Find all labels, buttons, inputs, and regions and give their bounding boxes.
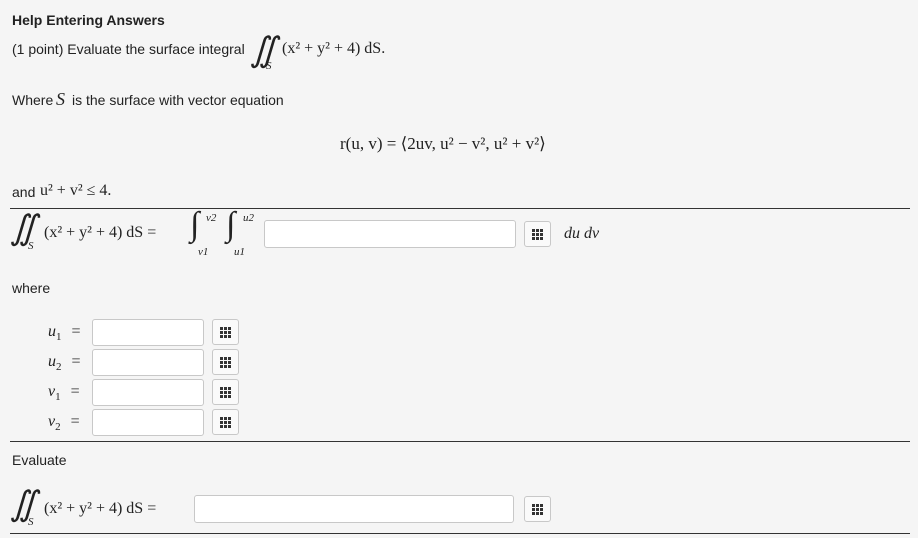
limit-label: v2 = xyxy=(48,413,80,434)
lower-limit-v: v1 xyxy=(198,246,209,258)
help-entering-answers-link[interactable]: Help Entering Answers xyxy=(12,12,165,28)
limit-input-v1[interactable] xyxy=(92,379,204,406)
differential: du dv xyxy=(564,225,600,242)
equation-editor-button[interactable] xyxy=(212,379,239,405)
integral-subscript: S xyxy=(28,240,34,252)
grid-icon xyxy=(532,503,543,515)
limit-label: v1 = xyxy=(48,383,80,404)
surface-description: is the surface with vector equation xyxy=(72,92,284,108)
limit-label: u1 = xyxy=(48,323,81,344)
integral-symbol-u: ∫ xyxy=(226,206,236,243)
grid-icon xyxy=(220,416,231,428)
equation-editor-button[interactable] xyxy=(212,409,239,435)
final-answer-input[interactable] xyxy=(194,495,514,523)
limit-input-u2[interactable] xyxy=(92,349,204,376)
divider xyxy=(10,441,910,442)
where-label: Where xyxy=(12,92,54,108)
grid-icon xyxy=(532,228,543,240)
grid-icon xyxy=(220,386,231,398)
problem-integrand: (x² + y² + 4) dS. xyxy=(282,40,386,57)
divider xyxy=(10,533,910,534)
grid-icon xyxy=(220,356,231,368)
double-integral-symbol: ∬ xyxy=(250,32,277,69)
constraint: u² + v² ≤ 4. xyxy=(40,182,112,199)
limit-input-v2[interactable] xyxy=(92,409,204,436)
upper-limit-v: v2 xyxy=(206,212,217,224)
constraint-prefix: and xyxy=(12,184,36,200)
integrand-input[interactable] xyxy=(264,220,516,248)
vector-equation: r(u, v) = ⟨2uv, u² − v², u² + v²⟩ xyxy=(340,134,546,153)
rewrite-lhs: (x² + y² + 4) dS = xyxy=(44,224,157,241)
upper-limit-u: u2 xyxy=(243,212,254,224)
lower-limit-u: u1 xyxy=(234,246,245,258)
equation-editor-button[interactable] xyxy=(524,496,551,522)
integral-subscript: S xyxy=(266,60,272,72)
integral-subscript: S xyxy=(28,516,34,528)
limit-label: u2 = xyxy=(48,353,81,374)
grid-icon xyxy=(220,326,231,338)
integral-symbol-v: ∫ xyxy=(190,206,200,243)
final-lhs: (x² + y² + 4) dS = xyxy=(44,500,157,517)
where-label-2: where xyxy=(12,280,51,296)
equation-editor-button[interactable] xyxy=(212,349,239,375)
surface-symbol: S xyxy=(56,89,65,109)
limit-input-u1[interactable] xyxy=(92,319,204,346)
problem-statement: (1 point) Evaluate the surface integral xyxy=(12,41,245,57)
evaluate-label: Evaluate xyxy=(12,452,67,468)
equation-editor-button[interactable] xyxy=(524,221,551,247)
divider xyxy=(10,208,910,209)
equation-editor-button[interactable] xyxy=(212,319,239,345)
